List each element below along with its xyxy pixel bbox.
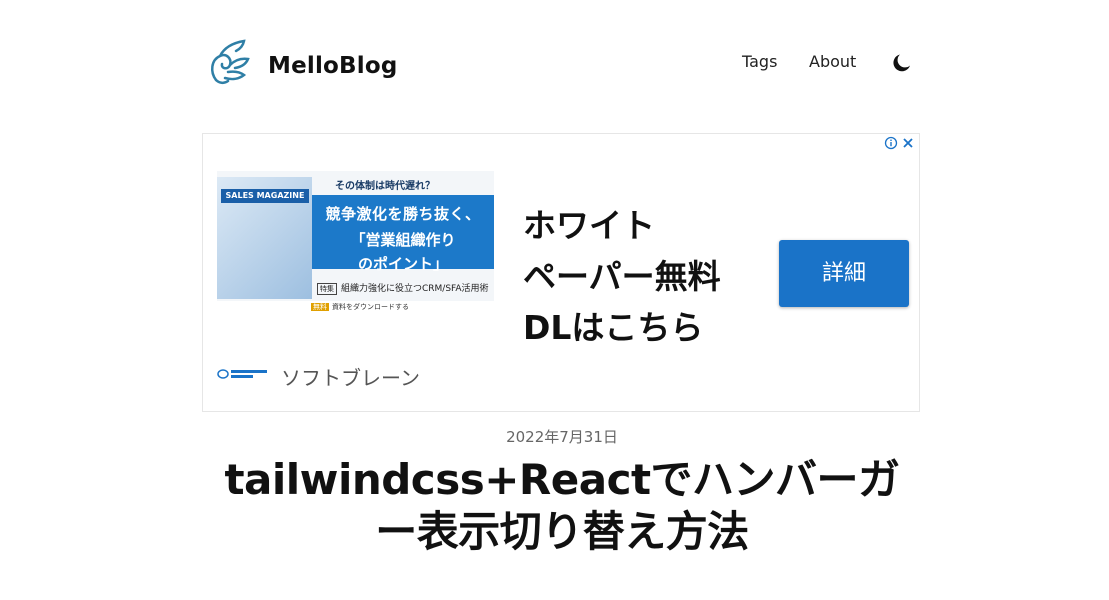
ad-image-line3: のポイント」 <box>357 255 448 273</box>
close-icon[interactable] <box>901 136 915 150</box>
site-header: MelloBlog Tags About <box>202 38 922 96</box>
ad-image-line2: 「営業組織作り <box>350 231 456 249</box>
ad-image-top-text: その体制は時代遅れ？ <box>335 181 435 192</box>
ad-download-note: 無料 資料をダウンロードする <box>311 302 409 312</box>
wing-icon[interactable] <box>208 38 250 88</box>
nav-about-link[interactable]: About <box>809 52 856 71</box>
post-title: tailwindcss+Reactでハンバーガー表示切り替え方法 <box>224 455 900 556</box>
post-date: 2022年7月31日 <box>506 428 618 446</box>
ad-detail-button[interactable]: 詳細 <box>779 240 909 307</box>
ad-image-banner: 競争激化を勝ち抜く、 「営業組織作り のポイント」 <box>312 195 494 273</box>
site-title[interactable]: MelloBlog <box>268 53 398 79</box>
ad-image-line1: 競争激化を勝ち抜く、 <box>325 205 481 223</box>
moon-icon[interactable] <box>890 51 914 75</box>
ad-download-text: 資料をダウンロードする <box>332 303 409 311</box>
ad-image-bottom-tag: 特集 <box>317 283 337 295</box>
advertiser-logo-icon[interactable] <box>217 367 269 381</box>
ad-download-tag: 無料 <box>311 303 329 311</box>
info-icon[interactable] <box>884 136 898 150</box>
ad-image-bottom-text: 組織力強化に役立つCRM/SFA活用術 <box>341 284 489 294</box>
ad-choices <box>884 136 915 150</box>
ad-headline[interactable]: ホワイト ペーパー無料 DLはこちら <box>523 200 763 353</box>
nav-tags-link[interactable]: Tags <box>742 52 777 71</box>
magazine-title: SALES MAGAZINE <box>221 189 309 203</box>
ad-image-bottom: 特集 組織力強化に役立つCRM/SFA活用術 <box>317 281 489 295</box>
ad-banner[interactable]: SALES MAGAZINE その体制は時代遅れ？ 競争激化を勝ち抜く、 「営業… <box>202 133 920 412</box>
ad-advertiser-name[interactable]: ソフトブレーン <box>281 362 420 391</box>
ad-image[interactable]: SALES MAGAZINE その体制は時代遅れ？ 競争激化を勝ち抜く、 「営業… <box>217 171 494 301</box>
magazine-cover: SALES MAGAZINE <box>217 177 312 299</box>
